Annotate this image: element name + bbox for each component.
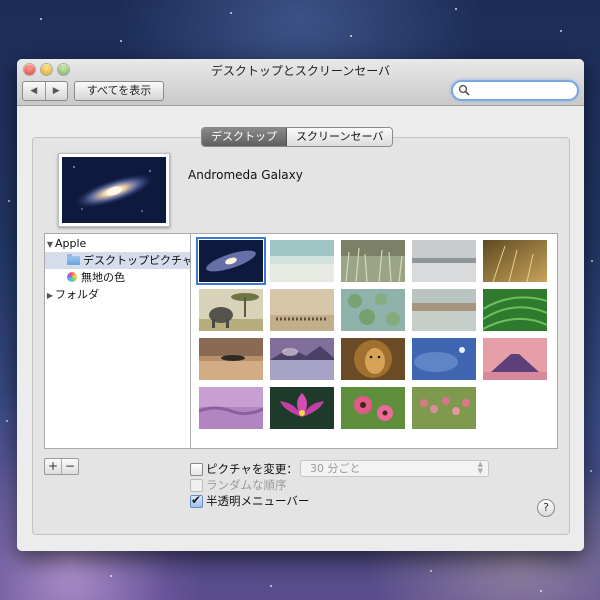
window-content: デスクトップ スクリーンセーバ Andromeda Galaxy ▼ Apple… — [17, 106, 584, 551]
interval-value: 30 分ごと — [310, 462, 361, 475]
forward-arrow-icon[interactable]: ▶ — [46, 82, 68, 100]
source-label: 無地の色 — [81, 271, 125, 284]
source-group-folders[interactable]: ▶ フォルダ — [45, 286, 190, 303]
wallpaper-grid — [190, 233, 558, 449]
translucent-menu-checkbox[interactable] — [190, 493, 203, 508]
fog-lake-thumbnail[interactable] — [412, 240, 476, 282]
source-item-desktop-pictures[interactable]: デスクトップピクチャ — [45, 252, 190, 269]
random-order-checkbox[interactable] — [190, 479, 203, 492]
wallpaper-name: Andromeda Galaxy — [188, 168, 303, 182]
tab-screensaver[interactable]: スクリーンセーバ — [287, 128, 393, 146]
disclosure-expanded-icon[interactable]: ▼ — [45, 236, 55, 252]
elephant-thumbnail[interactable] — [199, 289, 263, 331]
mount-fuji-thumbnail[interactable] — [483, 338, 547, 380]
search-icon — [458, 84, 470, 96]
current-wallpaper-preview — [58, 153, 170, 227]
purple-mist-thumbnail[interactable] — [199, 387, 263, 429]
interval-popup[interactable]: 30 分ごと ▲ ▼ — [300, 460, 489, 477]
popup-arrows-icon: ▲ ▼ — [477, 460, 483, 475]
galaxy-preview-image — [62, 157, 166, 223]
pink-flowers-thumbnail[interactable] — [341, 387, 405, 429]
source-label: デスクトップピクチャ — [83, 254, 190, 267]
mountain-lake-thumbnail[interactable] — [270, 338, 334, 380]
lion-thumbnail[interactable] — [341, 338, 405, 380]
folder-icon — [67, 254, 80, 265]
island-dusk-thumbnail[interactable] — [199, 338, 263, 380]
back-forward-control: ◀ ▶ — [22, 81, 68, 101]
golden-grass-thumbnail[interactable] — [483, 240, 547, 282]
sea-thumbnail[interactable] — [270, 240, 334, 282]
lily-pads-thumbnail[interactable] — [341, 289, 405, 331]
disclosure-collapsed-icon[interactable]: ▶ — [45, 287, 55, 303]
tab-desktop[interactable]: デスクトップ — [202, 128, 287, 146]
random-order-label: ランダムな順序 — [206, 478, 287, 492]
show-all-button[interactable]: すべてを表示 — [74, 81, 164, 101]
source-label: フォルダ — [55, 288, 99, 301]
add-source-button[interactable]: + — [45, 459, 62, 474]
lotus-thumbnail[interactable] — [270, 387, 334, 429]
title-bar: デスクトップとスクリーンセーバ ◀ ▶ すべてを表示 — [17, 59, 584, 106]
translucent-menu-label: 半透明メニューバー — [206, 494, 310, 508]
moon-sky-thumbnail[interactable] — [412, 338, 476, 380]
tab-bar: デスクトップ スクリーンセーバ — [201, 127, 394, 147]
change-picture-label: ピクチャを変更： — [206, 462, 298, 476]
grass-thumbnail[interactable] — [341, 240, 405, 282]
berries-thumbnail[interactable] — [412, 387, 476, 429]
help-button[interactable]: ? — [537, 499, 555, 517]
green-leaves-thumbnail[interactable] — [483, 289, 547, 331]
source-item-solid-colors[interactable]: 無地の色 — [45, 269, 190, 286]
back-arrow-icon[interactable]: ◀ — [23, 82, 46, 100]
source-list: ▼ Apple デスクトップピクチャ 無地の色 ▶ フォルダ — [44, 233, 191, 449]
source-label: Apple — [55, 237, 87, 250]
window-title: デスクトップとスクリーンセーバ — [210, 64, 391, 78]
color-wheel-icon — [67, 272, 77, 282]
misty-field-thumbnail[interactable] — [412, 289, 476, 331]
search-field[interactable] — [451, 80, 579, 101]
remove-source-button[interactable]: − — [62, 459, 78, 474]
source-group-apple[interactable]: ▼ Apple — [45, 235, 190, 252]
add-remove-control: + − — [44, 458, 79, 475]
zebras-thumbnail[interactable] — [270, 289, 334, 331]
change-picture-checkbox[interactable] — [190, 463, 203, 476]
galaxy-thumbnail[interactable] — [196, 237, 266, 285]
preferences-window: デスクトップとスクリーンセーバ ◀ ▶ すべてを表示 デスクトップ スクリーンセ… — [17, 59, 584, 551]
